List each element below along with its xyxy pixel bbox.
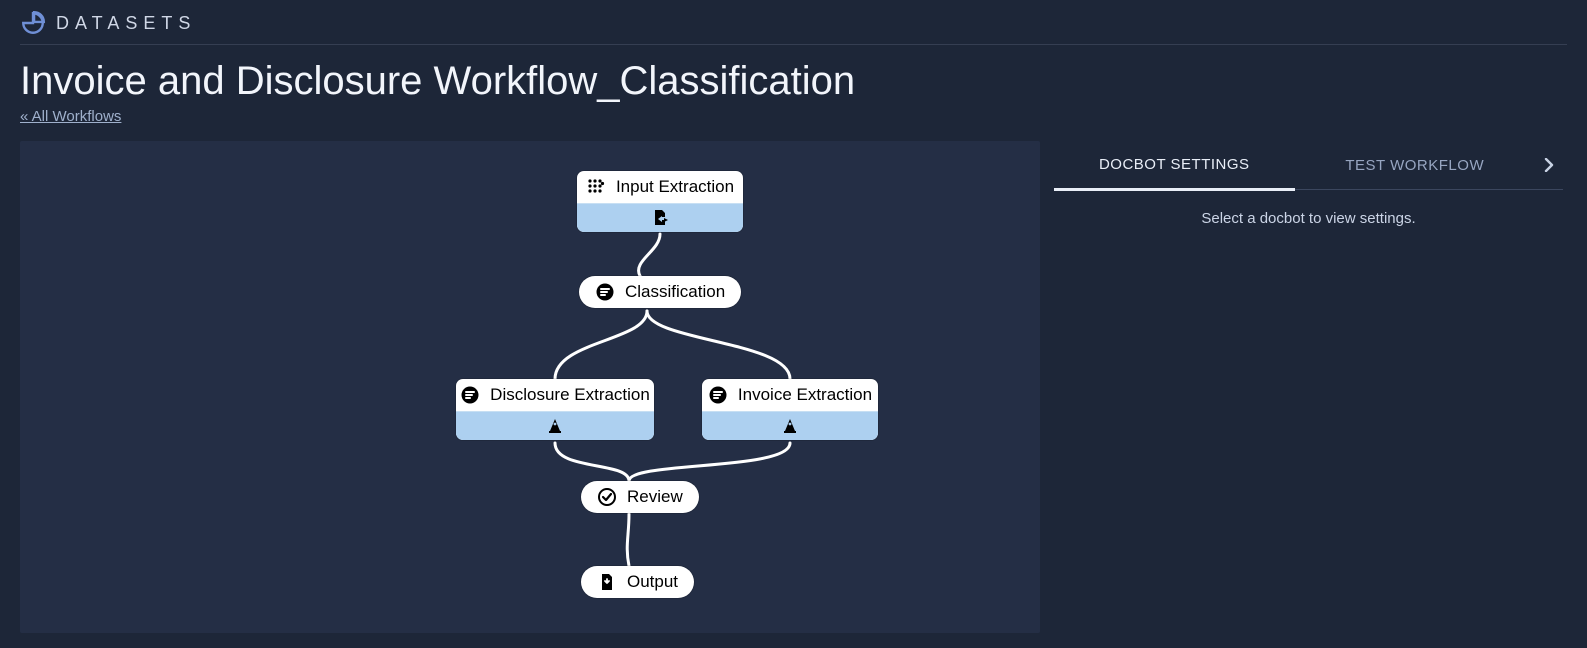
node-output[interactable]: Output (581, 566, 694, 598)
header-divider (20, 44, 1567, 45)
dots-grid-icon (586, 177, 606, 197)
node-label: Review (627, 487, 683, 507)
workflow-canvas[interactable]: Input Extraction Classification (20, 141, 1040, 633)
chevron-right-icon (1543, 158, 1555, 172)
node-label: Disclosure Extraction (490, 385, 650, 405)
brand-header: DATASETS (20, 0, 1567, 44)
circle-lines-icon (595, 282, 615, 302)
wizard-icon (545, 416, 565, 436)
node-classification[interactable]: Classification (579, 276, 741, 308)
file-export-icon (650, 208, 670, 228)
check-circle-icon (597, 487, 617, 507)
node-label: Classification (625, 282, 725, 302)
brand-name: DATASETS (56, 13, 196, 34)
tab-test-workflow[interactable]: TEST WORKFLOW (1295, 141, 1536, 189)
tab-docbot-settings[interactable]: DOCBOT SETTINGS (1054, 140, 1295, 191)
circle-lines-icon (708, 385, 728, 405)
node-input-extraction[interactable]: Input Extraction (577, 171, 743, 232)
node-review[interactable]: Review (581, 481, 699, 513)
back-to-workflows-link[interactable]: « All Workflows (20, 108, 121, 125)
panel-empty-message: Select a docbot to view settings. (1054, 190, 1563, 247)
node-label: Output (627, 572, 678, 592)
panel-tabs: DOCBOT SETTINGS TEST WORKFLOW (1054, 141, 1563, 190)
circle-lines-icon (460, 385, 480, 405)
node-invoice-extraction[interactable]: Invoice Extraction (702, 379, 878, 440)
wizard-icon (780, 416, 800, 436)
settings-panel: DOCBOT SETTINGS TEST WORKFLOW Select a d… (1040, 141, 1567, 633)
brand-pie-icon (20, 10, 46, 36)
page-title: Invoice and Disclosure Workflow_Classifi… (20, 59, 1567, 104)
file-download-icon (597, 572, 617, 592)
node-label: Input Extraction (616, 177, 734, 197)
node-disclosure-extraction[interactable]: Disclosure Extraction (456, 379, 654, 440)
panel-expand-button[interactable] (1535, 158, 1563, 172)
node-label: Invoice Extraction (738, 385, 872, 405)
